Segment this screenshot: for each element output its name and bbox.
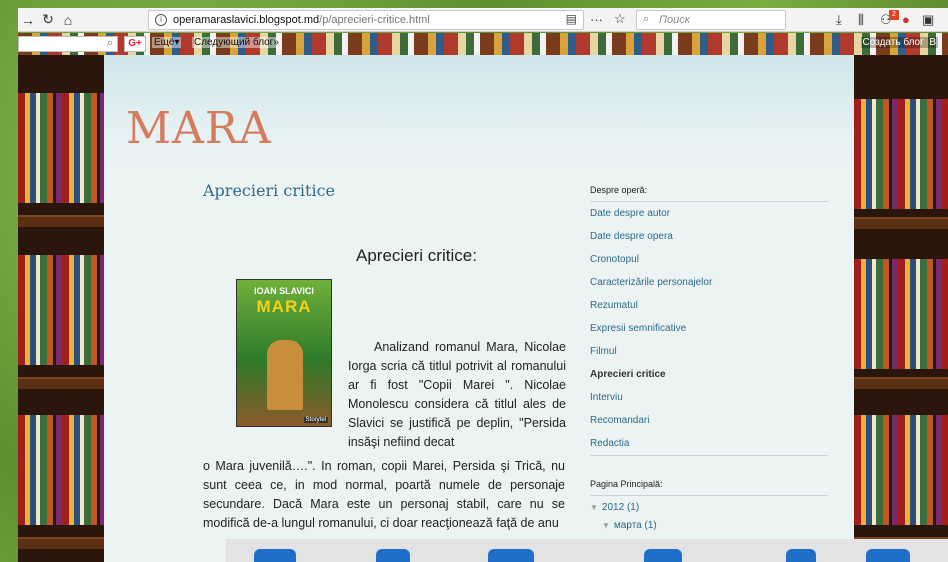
more-icon[interactable]: ··· [590,12,603,27]
address-bar[interactable]: i operamaraslavici.blogspot.md/p/aprecie… [148,10,584,30]
bookshelf-right [854,55,948,562]
gplus-button[interactable]: G+ [124,36,146,52]
search-icon: ⌕ [643,13,650,25]
archive-month-label: марта (1) [613,520,657,531]
collapse-triangle-icon[interactable]: ▼ [602,521,610,530]
archive-divider [590,495,828,496]
info-icon[interactable]: i [155,14,167,26]
library-icon[interactable]: ⫼ [858,12,864,28]
content-heading: Aprecieri critice: [356,246,477,265]
cover-publisher: Storytel [303,417,328,423]
cover-author: IOAN SLAVICI [254,286,314,296]
blog-title[interactable]: MARA [126,103,272,154]
sidebar-link[interactable]: Date despre autor [590,208,670,219]
sidebar-link[interactable]: Interviu [590,392,623,403]
create-blog-label: Создать блог [862,37,924,48]
cover-illustration [267,340,303,410]
sidebar-link[interactable]: Filmul [590,346,617,357]
more-menu[interactable]: Ещё▾ [152,37,182,48]
create-blog-link[interactable]: Создать блог В [860,37,938,48]
sidebar-link[interactable]: Rezumatul [590,300,638,311]
next-blog-link[interactable]: Следующий блог» [192,37,281,48]
sign-in-link[interactable]: В [929,37,936,48]
blogger-navbar: ⌕ G+ Ещё▾ Следующий блог» Создать блог В [18,33,948,55]
reload-icon[interactable]: ↻ [38,11,58,28]
book-cover-image[interactable]: IOAN SLAVICI MARA Storytel [236,279,332,427]
download-icon[interactable]: ⤓ [836,12,842,28]
collapse-triangle-icon[interactable]: ▼ [590,503,598,512]
archive-title: Pagina Principală: [590,479,663,489]
sidebar-link[interactable]: Expresii semnificative [590,323,686,334]
sidebar-link[interactable]: Cronotopul [590,254,639,265]
sidebar-divider [590,201,828,202]
url-path: /p/aprecieri-critice.html [319,14,430,26]
article-paragraph: o Mara juvenilă….". In roman, copii Mare… [203,459,565,530]
overlay-banner [226,539,948,562]
search-placeholder: Поиск [659,14,690,26]
notification-badge: 2 [889,10,899,20]
browser-toolbar: → ↻ ⌂ i operamaraslavici.blogspot.md/p/a… [18,8,948,32]
search-input[interactable]: ⌕ Поиск [636,10,786,30]
cover-title: MARA [256,297,312,316]
url-domain: operamaraslavici.blogspot.md [173,14,320,26]
home-icon[interactable]: ⌂ [58,12,78,28]
sidebar-link-active[interactable]: Aprecieri critice [590,369,666,380]
archive-month[interactable]: ▼ марта (1) [602,520,657,531]
sidebar-link[interactable]: Redactia [590,438,629,449]
sidebar-link[interactable]: Recomandari [590,415,649,426]
back-arrow-icon[interactable]: → [18,12,38,28]
addon-icon[interactable]: ● [902,12,910,27]
bookshelf-left [18,55,104,562]
sidebar-link[interactable]: Caracterizările personajelor [590,277,712,288]
navbar-search-icon[interactable]: ⌕ [107,37,113,50]
archive-year[interactable]: ▼ 2012 (1) [590,502,639,513]
reader-icon[interactable]: ▤ [566,12,577,26]
blog-page: MARA Aprecieri critice Aprecieri critice… [104,55,854,562]
article-paragraph: Analizand romanul Mara, Nicolae Iorga sc… [348,340,566,449]
addon-icon-2[interactable]: ▣ [922,12,934,28]
sidebar-divider [590,455,828,456]
page-title: Aprecieri critice [203,181,336,200]
archive-year-label: 2012 (1) [601,502,640,513]
star-icon[interactable]: ☆ [614,11,626,27]
navbar-search-input[interactable]: ⌕ [18,36,118,52]
sidebar-section-title: Despre operă: [590,185,648,195]
sidebar-link[interactable]: Date despre opera [590,231,673,242]
